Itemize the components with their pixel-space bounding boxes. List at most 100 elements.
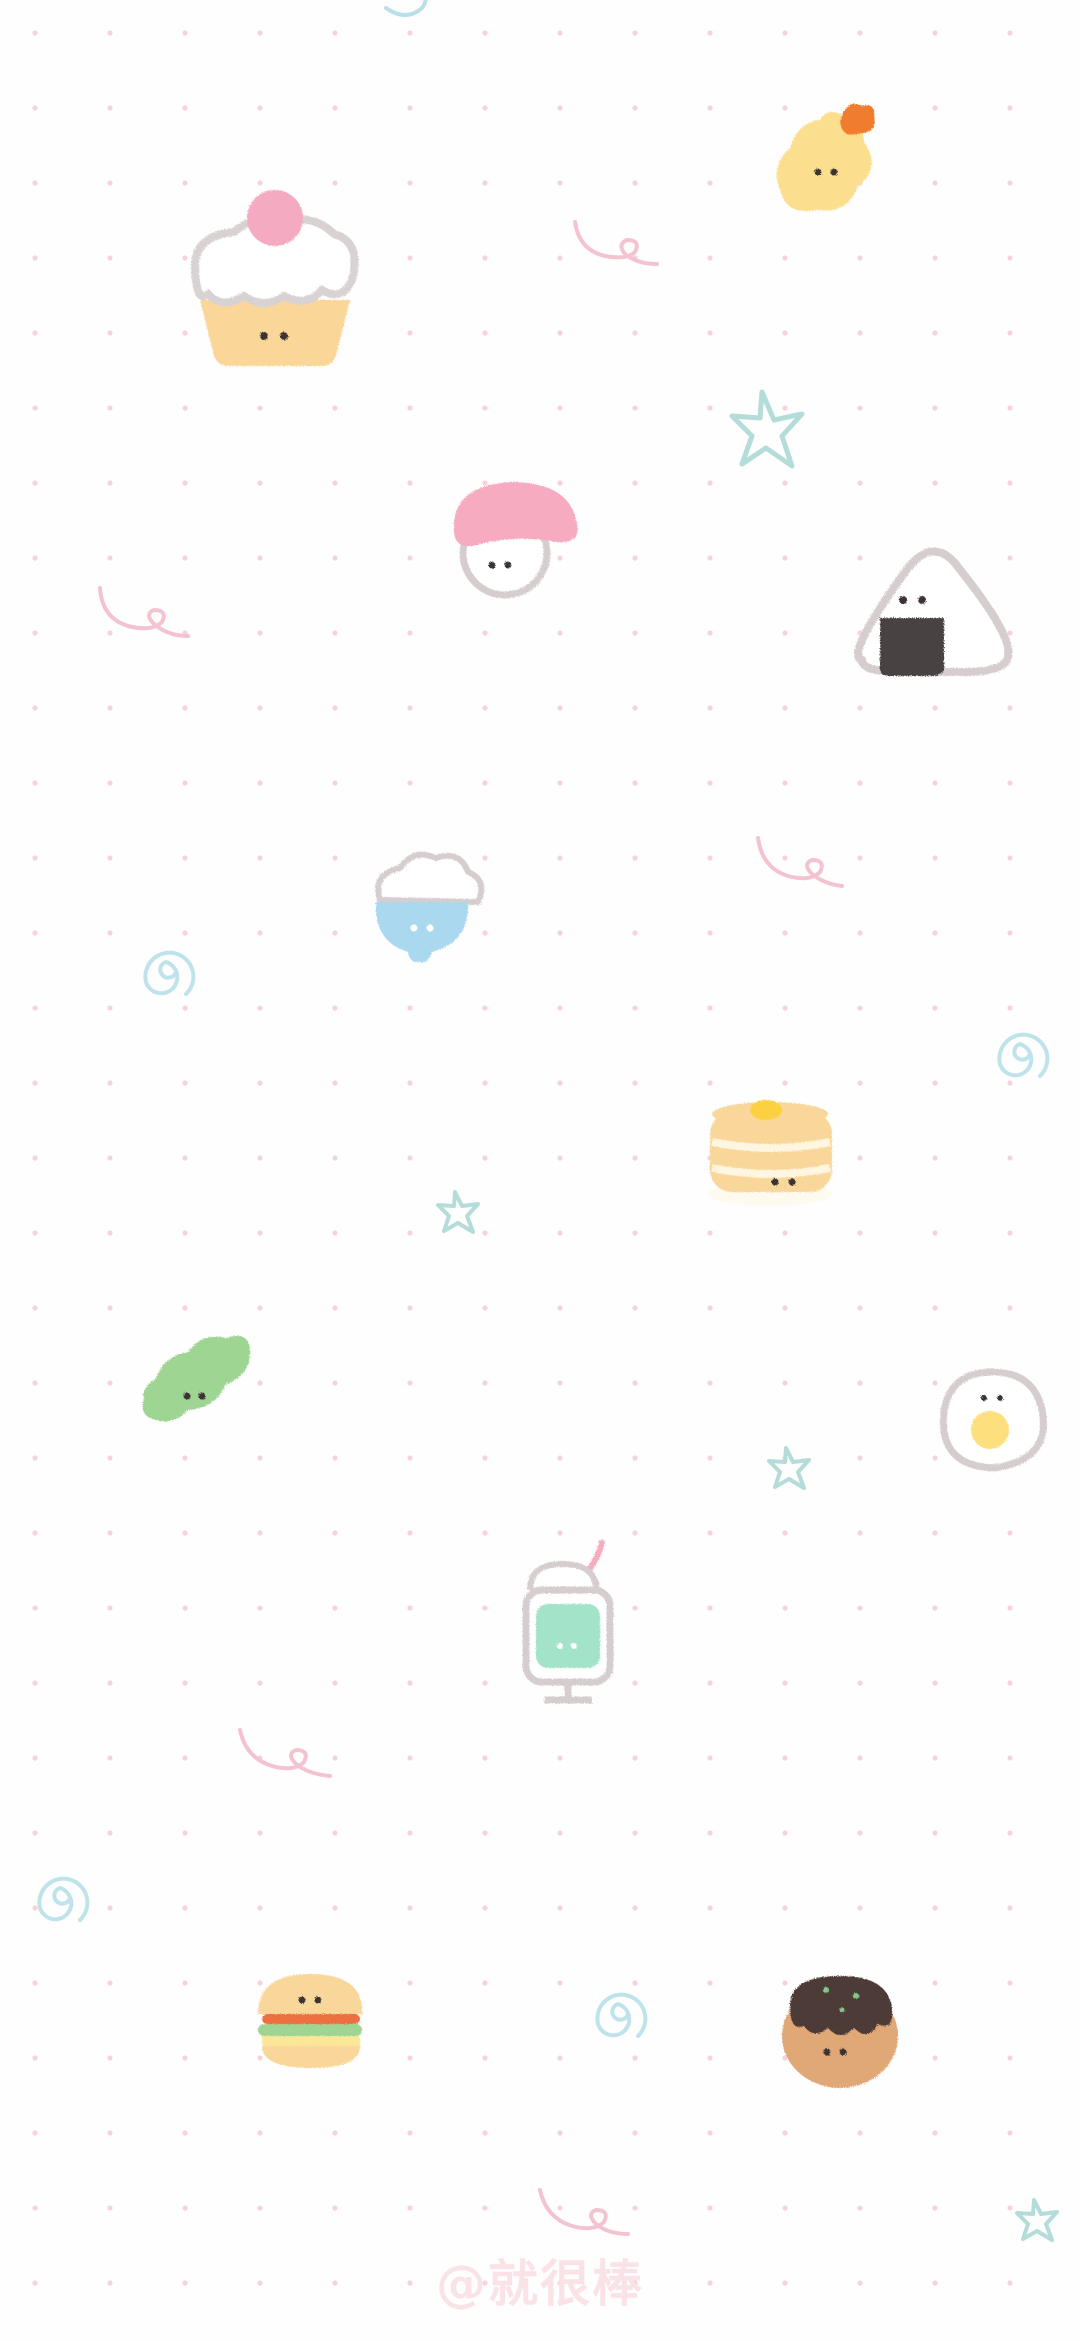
grid-dot: [32, 780, 38, 786]
grid-dot: [707, 1905, 713, 1911]
grid-dot: [632, 405, 638, 411]
grid-dot: [557, 480, 563, 486]
grid-dot: [632, 1605, 638, 1611]
grid-dot: [482, 30, 488, 36]
grid-dot: [182, 1305, 188, 1311]
grid-dot: [932, 1680, 938, 1686]
grid-dot: [932, 330, 938, 336]
grid-dot: [257, 1980, 263, 1986]
grid-dot: [707, 780, 713, 786]
grid-dot: [857, 1380, 863, 1386]
grid-dot: [32, 1530, 38, 1536]
grid-dot: [407, 330, 413, 336]
squiggle-icon: [98, 586, 190, 638]
grid-dot: [107, 405, 113, 411]
grid-dot: [332, 855, 338, 861]
grid-dot: [707, 1980, 713, 1986]
grid-dot: [107, 1080, 113, 1086]
grid-dot: [1007, 855, 1013, 861]
grid-dot: [782, 930, 788, 936]
grid-dot: [782, 1530, 788, 1536]
grid-dot: [707, 705, 713, 711]
grid-dot: [557, 1380, 563, 1386]
grid-dot: [1007, 1305, 1013, 1311]
grid-dot: [557, 1830, 563, 1836]
grid-dot: [932, 405, 938, 411]
grid-dot: [707, 1230, 713, 1236]
grid-dot: [782, 630, 788, 636]
grid-dot: [632, 1230, 638, 1236]
grid-dot: [257, 1155, 263, 1161]
grid-dot: [857, 1755, 863, 1761]
grid-dot: [782, 1755, 788, 1761]
grid-dot: [257, 1305, 263, 1311]
grid-dot: [182, 1605, 188, 1611]
grid-dot: [332, 2130, 338, 2136]
grid-dot: [932, 1605, 938, 1611]
grid-dot: [107, 1605, 113, 1611]
grid-dot: [32, 630, 38, 636]
grid-dot: [407, 2205, 413, 2211]
grid-dot: [932, 255, 938, 261]
grid-dot: [632, 1830, 638, 1836]
grid-dot: [332, 1830, 338, 1836]
grid-dot: [932, 705, 938, 711]
grid-dot: [182, 555, 188, 561]
grid-dot: [1007, 405, 1013, 411]
grid-dot: [257, 2055, 263, 2061]
grid-dot: [107, 1980, 113, 1986]
grid-dot: [707, 2130, 713, 2136]
squiggle-icon: [238, 1728, 332, 1778]
grid-dot: [107, 105, 113, 111]
grid-dot: [482, 1530, 488, 1536]
grid-dot: [782, 1680, 788, 1686]
grid-dot: [557, 705, 563, 711]
grid-dot: [482, 180, 488, 186]
grid-dot: [332, 1755, 338, 1761]
grid-dot: [632, 1305, 638, 1311]
grid-dot: [857, 1305, 863, 1311]
grid-dot: [782, 1005, 788, 1011]
grid-dot: [182, 2205, 188, 2211]
mushroom-icon: [453, 482, 578, 599]
grid-dot: [32, 405, 38, 411]
grid-dot: [632, 105, 638, 111]
grid-dot: [782, 855, 788, 861]
grid-dot: [257, 1905, 263, 1911]
grid-dot: [1007, 1530, 1013, 1536]
grid-dot: [257, 855, 263, 861]
grid-dot: [332, 105, 338, 111]
grid-dot: [482, 405, 488, 411]
grid-dot: [557, 1980, 563, 1986]
grid-dot: [632, 1380, 638, 1386]
grid-dot: [107, 1830, 113, 1836]
grid-dot: [32, 330, 38, 336]
grid-dot: [782, 255, 788, 261]
grid-dot: [632, 2055, 638, 2061]
grid-dot: [257, 180, 263, 186]
grid-dot: [1007, 1905, 1013, 1911]
grid-dot: [932, 105, 938, 111]
grid-dot: [257, 1230, 263, 1236]
takoyaki-icon: [782, 1976, 898, 2088]
grid-dot: [1007, 705, 1013, 711]
grid-dot: [557, 1530, 563, 1536]
grid-dot: [332, 405, 338, 411]
grid-dot: [1007, 630, 1013, 636]
grid-dot: [857, 780, 863, 786]
grid-dot: [707, 1530, 713, 1536]
grid-dot: [632, 2130, 638, 2136]
grid-dot: [107, 1905, 113, 1911]
grid-dot: [557, 1755, 563, 1761]
grid-dot: [707, 1380, 713, 1386]
grid-dot: [632, 630, 638, 636]
grid-dot: [782, 1980, 788, 1986]
grid-dot: [557, 1905, 563, 1911]
grid-dot: [407, 1230, 413, 1236]
grid-dot: [32, 1830, 38, 1836]
grid-dot: [332, 705, 338, 711]
hamburger-icon: [258, 1974, 363, 2068]
grid-dot: [557, 855, 563, 861]
grid-dot: [257, 1080, 263, 1086]
grid-dot: [1007, 1080, 1013, 1086]
